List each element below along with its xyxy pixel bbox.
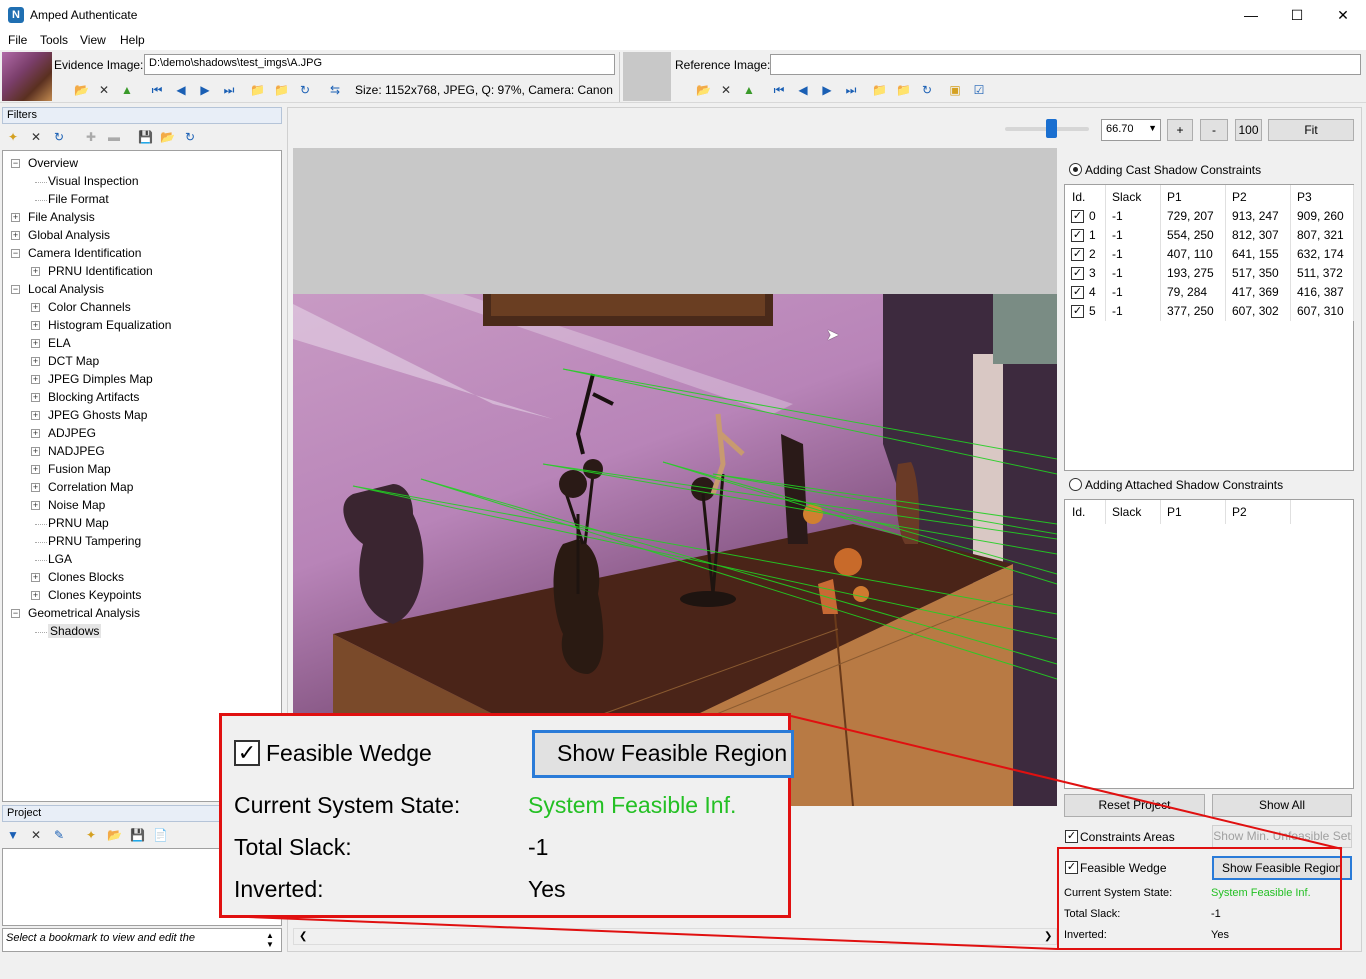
zoomed-callout: ✓ Feasible Wedge Show Feasible Region Cu… bbox=[219, 713, 794, 918]
zoom-feasible-wedge-label: Feasible Wedge bbox=[266, 740, 432, 766]
zoom-inverted-label: Inverted: bbox=[234, 876, 324, 902]
zoom-inverted-value: Yes bbox=[528, 876, 566, 902]
zoom-show-feasible-region-button: Show Feasible Region bbox=[532, 730, 794, 778]
zoom-feasible-wedge-checkbox: ✓ bbox=[234, 740, 260, 766]
zoom-total-slack-value: -1 bbox=[528, 834, 549, 860]
zoom-current-state-label: Current System State: bbox=[234, 792, 461, 818]
zoom-total-slack-label: Total Slack: bbox=[234, 834, 352, 860]
zoom-current-state-value: System Feasible Inf. bbox=[528, 792, 737, 818]
